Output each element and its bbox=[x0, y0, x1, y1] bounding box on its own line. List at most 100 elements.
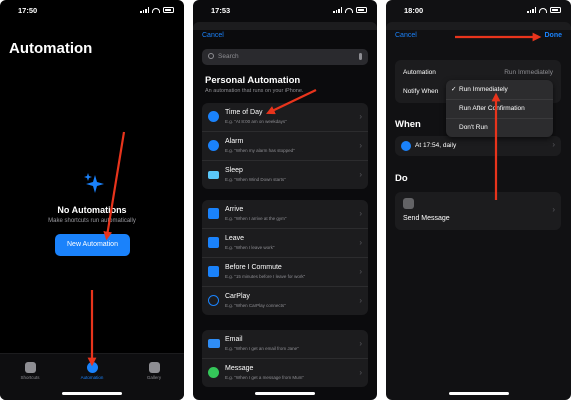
trigger-group-location: Arrive E.g. "When I arrive at the gym" ›… bbox=[202, 200, 368, 315]
when-heading: When bbox=[395, 119, 421, 130]
trigger-sleep[interactable]: Sleep E.g. "When Wind Down starts" › bbox=[202, 161, 368, 189]
row-subtitle: E.g. "When Wind Down starts" bbox=[225, 177, 286, 182]
signal-icon bbox=[333, 7, 342, 13]
do-action-box[interactable]: Send Message › bbox=[395, 192, 561, 230]
clock-icon bbox=[401, 141, 411, 151]
home-indicator bbox=[448, 392, 509, 395]
tab-label: Shortcuts bbox=[20, 375, 40, 380]
status-icons bbox=[333, 7, 367, 13]
search-icon bbox=[208, 53, 214, 59]
layers-icon bbox=[24, 362, 36, 373]
row-label: Alarm bbox=[225, 138, 244, 145]
home-indicator bbox=[255, 392, 315, 395]
sheet-edge bbox=[193, 22, 377, 30]
checkmark-icon: ✓ bbox=[451, 86, 457, 93]
wifi-icon bbox=[539, 7, 547, 13]
row-label: Time of Day bbox=[225, 109, 263, 116]
notify-label: Notify When bbox=[403, 88, 439, 95]
cancel-button[interactable]: Cancel bbox=[202, 32, 224, 39]
when-value: At 17:54, daily bbox=[415, 142, 457, 149]
trigger-before-commute[interactable]: Before I Commute E.g. "15 minutes before… bbox=[202, 258, 368, 287]
status-time: 18:00 bbox=[404, 6, 424, 15]
row-subtitle: E.g. "At 8:00 am on weekdays" bbox=[225, 119, 287, 124]
chevron-right-icon: › bbox=[359, 339, 362, 348]
row-subtitle: E.g. "When I arrive at the gym" bbox=[225, 216, 287, 221]
house-arrive-icon bbox=[208, 208, 219, 219]
signal-icon bbox=[140, 7, 149, 13]
chevron-right-icon: › bbox=[552, 140, 555, 149]
microphone-icon[interactable] bbox=[358, 52, 362, 60]
new-automation-button[interactable]: New Automation bbox=[55, 234, 130, 256]
status-bar: 17:50 bbox=[0, 6, 184, 18]
wifi-icon bbox=[345, 7, 353, 13]
row-label: Email bbox=[225, 336, 243, 343]
empty-state-subtitle: Make shortcuts run automatically bbox=[48, 218, 136, 224]
row-label: Sleep bbox=[225, 167, 243, 174]
trigger-alarm[interactable]: Alarm E.g. "When my alarm has stopped" › bbox=[202, 132, 368, 161]
section-subheading: An automation that runs on your iPhone. bbox=[205, 88, 304, 94]
search-placeholder: Search bbox=[218, 53, 239, 60]
gallery-icon bbox=[148, 362, 160, 373]
row-label: CarPlay bbox=[225, 293, 250, 300]
carplay-icon bbox=[208, 295, 219, 306]
trigger-leave[interactable]: Leave E.g. "When I leave work" › bbox=[202, 229, 368, 258]
cancel-button[interactable]: Cancel bbox=[395, 32, 417, 39]
bed-icon bbox=[208, 171, 219, 179]
status-bar: 18:00 bbox=[386, 6, 571, 18]
trigger-email[interactable]: Email E.g. "When I get an email from Jan… bbox=[202, 330, 368, 359]
search-input[interactable]: Search bbox=[202, 49, 368, 65]
signal-icon bbox=[527, 7, 536, 13]
phone-screen-personal-automation: 17:53 Cancel Search Personal Automation … bbox=[193, 0, 377, 400]
phone-screen-automation-settings: 18:00 Cancel Done Automation Run Immedia… bbox=[386, 0, 571, 400]
trigger-group-communication: Email E.g. "When I get an email from Jan… bbox=[202, 330, 368, 387]
tab-automation[interactable]: Automation bbox=[72, 362, 112, 380]
run-option-menu: ✓ Run Immediately Run After Confirmation… bbox=[446, 80, 553, 137]
trigger-time-of-day[interactable]: Time of Day E.g. "At 8:00 am on weekdays… bbox=[202, 103, 368, 132]
mail-icon bbox=[208, 339, 220, 348]
battery-icon bbox=[163, 7, 174, 13]
house-leave-icon bbox=[208, 237, 219, 248]
row-label: Leave bbox=[225, 235, 245, 242]
status-icons bbox=[140, 7, 174, 13]
tab-label: Gallery bbox=[146, 375, 162, 380]
trigger-arrive[interactable]: Arrive E.g. "When I arrive at the gym" › bbox=[202, 200, 368, 229]
trigger-group-time: Time of Day E.g. "At 8:00 am on weekdays… bbox=[202, 103, 368, 189]
tab-label: Automation bbox=[80, 375, 104, 380]
row-label: Message bbox=[225, 365, 254, 372]
alarm-icon bbox=[208, 140, 219, 151]
chevron-right-icon: › bbox=[359, 209, 362, 218]
trigger-message[interactable]: Message E.g. "When I get a message from … bbox=[202, 359, 368, 387]
sparkle-icon bbox=[84, 173, 104, 193]
chevron-right-icon: › bbox=[359, 368, 362, 377]
tab-bar: Shortcuts Automation Gallery bbox=[0, 353, 184, 400]
menu-item-run-after-confirmation[interactable]: Run After Confirmation bbox=[446, 99, 553, 119]
tab-shortcuts[interactable]: Shortcuts bbox=[10, 362, 50, 380]
automation-value-select[interactable]: Run Immediately bbox=[504, 69, 553, 76]
menu-item-label: Don't Run bbox=[459, 124, 488, 131]
battery-icon bbox=[356, 7, 367, 13]
row-subtitle: E.g. "When my alarm has stopped" bbox=[225, 148, 295, 153]
row-label: Arrive bbox=[225, 206, 244, 213]
home-indicator bbox=[62, 392, 122, 395]
do-action-label: Send Message bbox=[403, 215, 450, 222]
when-trigger-row[interactable]: At 17:54, daily › bbox=[395, 136, 561, 156]
status-bar: 17:53 bbox=[193, 6, 377, 18]
trigger-carplay[interactable]: CarPlay E.g. "When CarPlay connects" › bbox=[202, 287, 368, 315]
chevron-right-icon: › bbox=[359, 296, 362, 305]
menu-item-label: Run After Confirmation bbox=[459, 105, 525, 112]
done-button[interactable]: Done bbox=[545, 32, 563, 39]
chevron-right-icon: › bbox=[359, 141, 362, 150]
menu-item-label: Run Immediately bbox=[459, 86, 508, 93]
menu-item-run-immediately[interactable]: ✓ Run Immediately bbox=[446, 80, 553, 100]
row-subtitle: E.g. "15 minutes before I leave for work… bbox=[225, 274, 306, 279]
tab-gallery[interactable]: Gallery bbox=[134, 362, 174, 380]
clock-icon bbox=[208, 111, 219, 122]
battery-icon bbox=[550, 7, 561, 13]
chevron-right-icon: › bbox=[359, 112, 362, 121]
row-subtitle: E.g. "When I get a message from Mum" bbox=[225, 375, 304, 380]
status-time: 17:53 bbox=[211, 6, 231, 15]
house-commute-icon bbox=[208, 266, 219, 277]
row-subtitle: E.g. "When I leave work" bbox=[225, 245, 275, 250]
menu-item-dont-run[interactable]: Don't Run bbox=[446, 118, 553, 137]
row-subtitle: E.g. "When I get an email from Jane" bbox=[225, 346, 299, 351]
